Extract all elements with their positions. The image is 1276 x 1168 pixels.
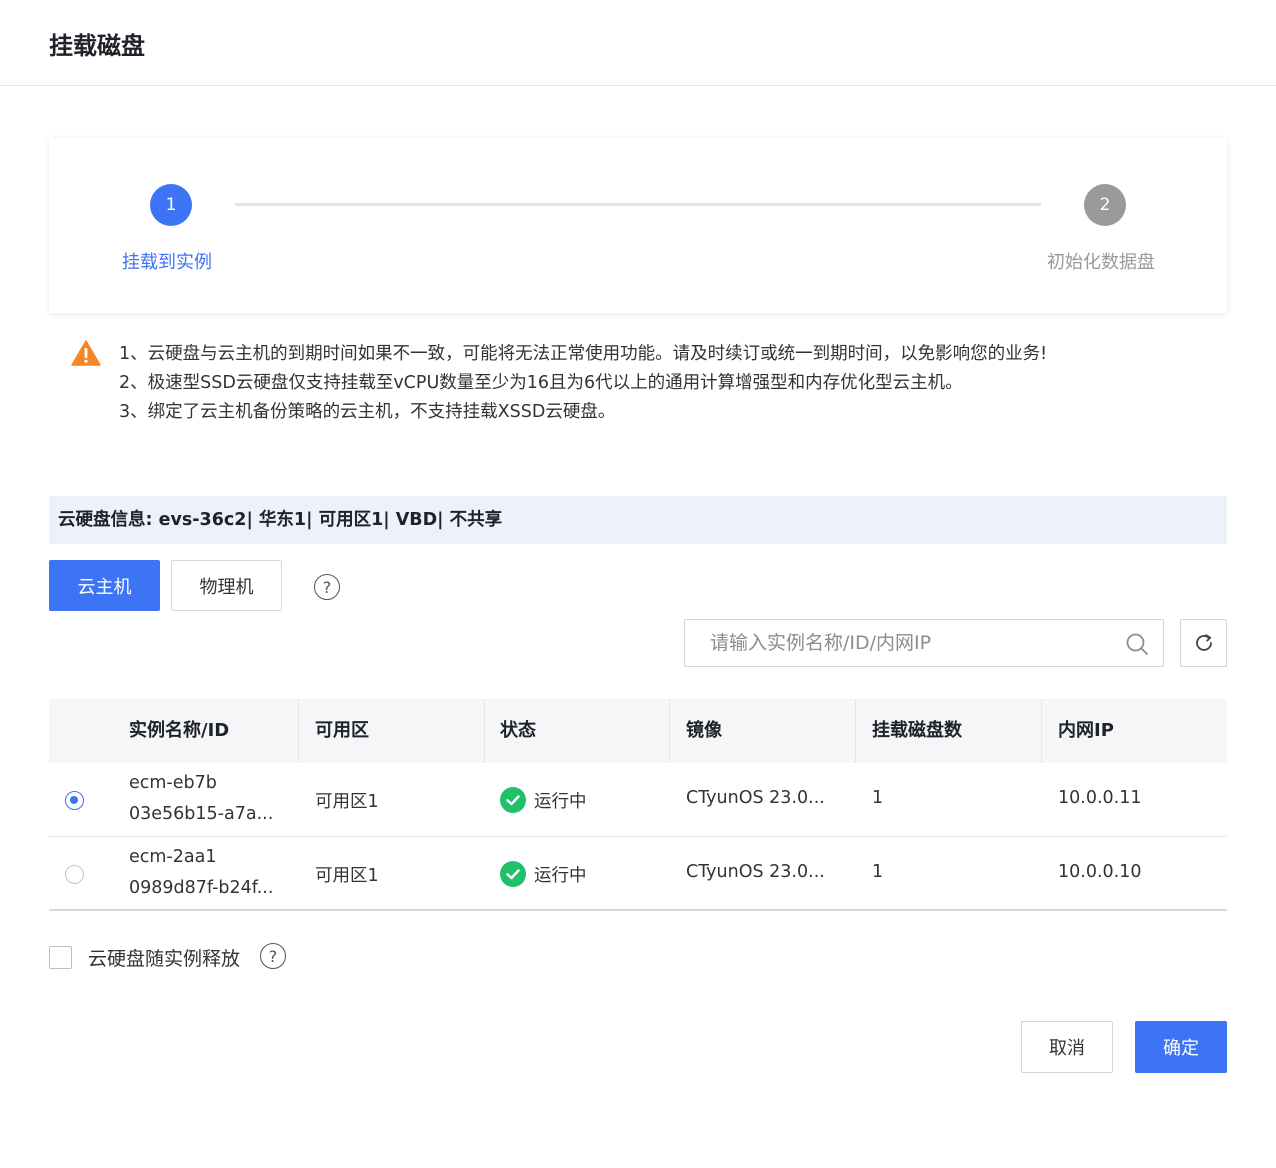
column-header-status: 状态 bbox=[500, 720, 536, 741]
running-check-icon bbox=[500, 787, 526, 813]
dialog-header: 挂载磁盘 bbox=[0, 0, 1276, 86]
instance-zone: 可用区1 bbox=[315, 866, 379, 886]
instance-image: CTyunOS 23.0... bbox=[686, 788, 825, 808]
running-check-icon bbox=[500, 861, 526, 887]
tab-cloud-host[interactable]: 云主机 bbox=[49, 560, 160, 611]
column-header-name: 实例名称/ID bbox=[129, 720, 230, 741]
instance-id: 0989d87f-b24f... bbox=[129, 878, 274, 898]
instance-disk-count: 1 bbox=[872, 788, 884, 808]
column-divider bbox=[484, 699, 485, 763]
column-header-zone: 可用区 bbox=[315, 720, 369, 741]
column-header-image: 镜像 bbox=[686, 720, 722, 741]
warning-notes: 1、云硬盘与云主机的到期时间如果不一致，可能将无法正常使用功能。请及时续订或统一… bbox=[119, 340, 1047, 427]
column-header-ip: 内网IP bbox=[1058, 720, 1114, 741]
cancel-button[interactable]: 取消 bbox=[1021, 1021, 1113, 1073]
disk-info-banner: 云硬盘信息: evs-36c2| 华东1| 可用区1| VBD| 不共享 bbox=[49, 496, 1227, 544]
instance-ip: 10.0.0.10 bbox=[1058, 862, 1142, 882]
instance-status: 运行中 bbox=[534, 866, 587, 886]
instance-image: CTyunOS 23.0... bbox=[686, 862, 825, 882]
refresh-icon bbox=[1195, 634, 1212, 651]
column-header-disks: 挂载磁盘数 bbox=[872, 720, 962, 741]
search-icon[interactable] bbox=[1125, 632, 1149, 656]
search-input[interactable] bbox=[685, 620, 1115, 666]
dialog-title: 挂载磁盘 bbox=[49, 32, 145, 60]
column-divider bbox=[855, 699, 856, 763]
instance-status: 运行中 bbox=[534, 792, 587, 812]
instance-name: ecm-2aa1 bbox=[129, 847, 217, 867]
step-2-circle: 2 bbox=[1084, 184, 1126, 226]
instance-disk-count: 1 bbox=[872, 862, 884, 882]
instance-name: ecm-eb7b bbox=[129, 773, 217, 793]
table-header: 实例名称/ID 可用区 状态 镜像 挂载磁盘数 内网IP bbox=[49, 699, 1227, 763]
warning-icon bbox=[71, 340, 101, 366]
table-row[interactable]: ecm-eb7b 03e56b15-a7a... 可用区1 运行中 CTyunO… bbox=[49, 763, 1227, 837]
warning-line: 3、绑定了云主机备份策略的云主机，不支持挂载XSSD云硬盘。 bbox=[119, 402, 616, 422]
instance-table: 实例名称/ID 可用区 状态 镜像 挂载磁盘数 内网IP ecm-eb7b 03… bbox=[49, 699, 1227, 911]
step-2-label: 初始化数据盘 bbox=[1047, 252, 1155, 273]
help-icon[interactable]: ? bbox=[260, 943, 286, 969]
row-select-radio[interactable] bbox=[65, 791, 84, 810]
release-with-instance-label[interactable]: 云硬盘随实例释放 bbox=[88, 944, 240, 971]
step-1-label: 挂载到实例 bbox=[122, 252, 212, 273]
row-select-radio[interactable] bbox=[65, 865, 84, 884]
instance-ip: 10.0.0.11 bbox=[1058, 788, 1142, 808]
warning-line: 1、云硬盘与云主机的到期时间如果不一致，可能将无法正常使用功能。请及时续订或统一… bbox=[119, 344, 1048, 364]
search-box bbox=[684, 619, 1164, 667]
column-divider bbox=[298, 699, 299, 763]
step-1-circle: 1 bbox=[150, 184, 192, 226]
release-with-instance-checkbox[interactable] bbox=[49, 946, 72, 969]
steps-card: 1 2 挂载到实例 初始化数据盘 bbox=[49, 138, 1227, 313]
confirm-button[interactable]: 确定 bbox=[1135, 1021, 1227, 1073]
step-connector-line bbox=[235, 203, 1041, 206]
warning-line: 2、极速型SSD云硬盘仅支持挂载至vCPU数量至少为16且为6代以上的通用计算增… bbox=[119, 373, 963, 393]
column-divider bbox=[669, 699, 670, 763]
instance-zone: 可用区1 bbox=[315, 792, 379, 812]
column-divider bbox=[1041, 699, 1042, 763]
help-icon[interactable]: ? bbox=[314, 574, 340, 600]
tab-physical-host[interactable]: 物理机 bbox=[171, 560, 282, 611]
instance-id: 03e56b15-a7a... bbox=[129, 804, 274, 824]
table-row[interactable]: ecm-2aa1 0989d87f-b24f... 可用区1 运行中 CTyun… bbox=[49, 837, 1227, 911]
refresh-button[interactable] bbox=[1180, 619, 1227, 667]
